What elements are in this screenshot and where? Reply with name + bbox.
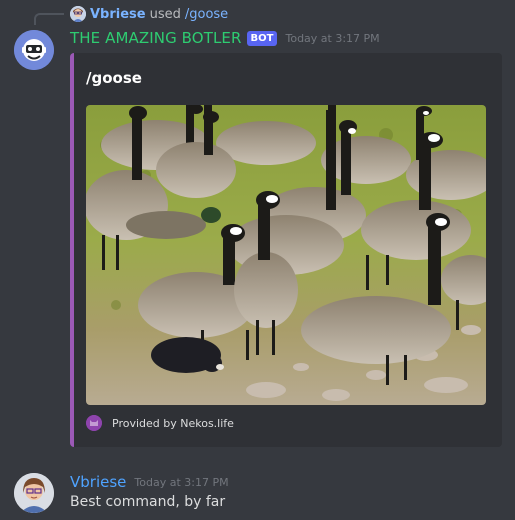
user-message-timestamp: Today at 3:17 PM <box>134 475 229 489</box>
bot-avatar-icon[interactable] <box>14 30 54 70</box>
reply-used-label: used <box>149 6 181 22</box>
bot-tag-badge: BOT <box>246 30 278 46</box>
canada-geese-photo[interactable] <box>86 105 486 405</box>
reply-user-avatar-icon[interactable] <box>70 6 86 22</box>
user-message-header: Vbriese Today at 3:17 PM <box>70 473 229 491</box>
embed-footer-text: Provided by Nekos.life <box>112 416 234 430</box>
reply-spine <box>34 13 64 25</box>
goose-embed: /goose Provided by Nekos.life <box>70 53 502 447</box>
user-message-content: Best command, by far <box>70 494 226 510</box>
bot-message-timestamp: Today at 3:17 PM <box>285 31 380 45</box>
embed-title: /goose <box>86 69 142 87</box>
user-avatar-icon[interactable] <box>14 473 54 513</box>
reply-command[interactable]: /goose <box>185 7 228 22</box>
reply-username[interactable]: Vbriese <box>90 7 146 22</box>
user-author-name[interactable]: Vbriese <box>70 473 126 491</box>
interaction-reference[interactable]: Vbriese used /goose <box>70 5 228 23</box>
nekos-life-icon <box>86 415 102 431</box>
embed-footer: Provided by Nekos.life <box>86 413 234 433</box>
bot-author-name[interactable]: THE AMAZING BOTLER <box>70 29 242 47</box>
bot-message-header: THE AMAZING BOTLER BOT Today at 3:17 PM <box>70 28 380 48</box>
